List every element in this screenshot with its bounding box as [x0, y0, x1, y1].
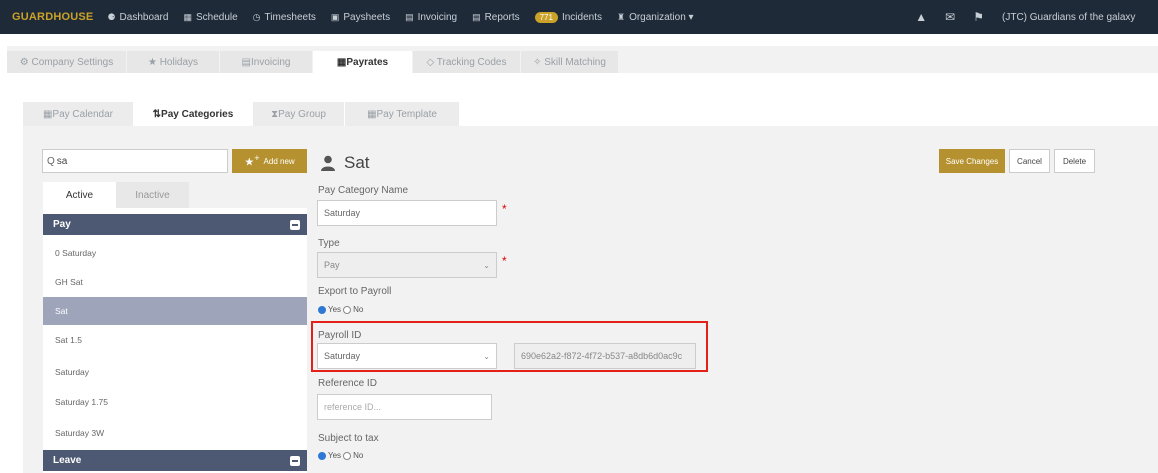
- list-item[interactable]: Sat 1.5: [43, 326, 307, 354]
- tab-inactive[interactable]: Inactive: [116, 182, 189, 208]
- tax-yes-label: Yes: [328, 451, 342, 460]
- status-tabs: Active Inactive: [43, 182, 189, 208]
- export-to-payroll-label: Export to Payroll: [318, 286, 392, 297]
- tax-no-radio[interactable]: [343, 451, 352, 460]
- tab-payrates[interactable]: ▦Payrates: [313, 51, 413, 73]
- report-icon: ▤: [472, 11, 481, 22]
- graduation-cap-icon[interactable]: ▲: [915, 10, 927, 24]
- tab-invoicing[interactable]: ▤Invoicing: [220, 51, 313, 73]
- incidents-badge: 771: [534, 11, 558, 23]
- settings-tabs: ⚙ Company Settings ★ Holidays ▤Invoicing…: [7, 51, 619, 73]
- nav-dashboard-label: Dashboard: [119, 11, 169, 23]
- export-no-label: No: [353, 305, 364, 314]
- tab-pay-template[interactable]: ▦Pay Template: [345, 102, 460, 126]
- nav-organization-label: Organization ▾: [629, 11, 694, 23]
- envelope-icon[interactable]: ✉: [945, 10, 955, 24]
- group-leave-label: Leave: [53, 455, 82, 466]
- tax-no-label: No: [353, 451, 364, 460]
- pay-category-name-field[interactable]: Saturday: [317, 200, 497, 226]
- user-menu[interactable]: (JTC) Guardians of the galaxy: [1002, 12, 1158, 23]
- invoice-icon: ▤: [405, 11, 414, 22]
- list-item[interactable]: Saturday 1.75: [43, 388, 307, 416]
- group-pay-label: Pay: [53, 219, 71, 230]
- nav-timesheets-label: Timesheets: [264, 11, 316, 23]
- list-item[interactable]: Saturday 3W: [43, 419, 307, 447]
- type-value: Pay: [324, 260, 340, 270]
- tab-pay-calendar[interactable]: ▦Pay Calendar: [23, 102, 134, 126]
- list-item[interactable]: GH Sat: [43, 268, 307, 296]
- tab-tracking-codes[interactable]: ◇ Tracking Codes: [413, 51, 521, 73]
- nav-reports-label: Reports: [484, 11, 520, 23]
- search-icon: Q: [47, 155, 55, 167]
- organization-icon: ♜: [616, 11, 626, 22]
- nav-invoicing-label: Invoicing: [417, 11, 458, 23]
- tab-pay-group[interactable]: ⧗Pay Group: [253, 102, 345, 126]
- export-yes-radio[interactable]: [318, 305, 326, 314]
- brand-logo[interactable]: GUARDHOUSE: [12, 11, 93, 23]
- page-title: Sat: [320, 153, 370, 173]
- delete-button[interactable]: Delete: [1054, 149, 1095, 173]
- highlight-box: [311, 321, 708, 372]
- tab-active[interactable]: Active: [43, 182, 116, 208]
- reference-id-label: Reference ID: [318, 378, 377, 389]
- subject-to-tax-label: Subject to tax: [318, 433, 379, 444]
- megaphone-icon[interactable]: ⚑: [973, 10, 984, 24]
- payrate-tabs: ▦Pay Calendar ⇅Pay Categories ⧗Pay Group…: [23, 102, 460, 126]
- chevron-down-icon: ⌄: [483, 261, 490, 270]
- tax-radio-group: Yes No: [318, 451, 363, 460]
- add-new-label: Add new: [263, 156, 295, 166]
- nav-incidents[interactable]: 771 Incidents: [534, 11, 602, 23]
- nav-paysheets[interactable]: ▣ Paysheets: [331, 12, 390, 23]
- type-label: Type: [318, 238, 340, 249]
- collapse-icon[interactable]: [290, 220, 300, 230]
- required-marker: *: [502, 202, 507, 216]
- export-radio-group: Yes No: [318, 305, 363, 314]
- type-select[interactable]: Pay ⌄: [317, 252, 497, 278]
- tab-holidays[interactable]: ★ Holidays: [127, 51, 220, 73]
- group-header-leave[interactable]: Leave: [43, 450, 307, 471]
- nav-invoicing[interactable]: ▤ Invoicing: [405, 12, 457, 23]
- pay-category-name-label: Pay Category Name: [318, 185, 409, 196]
- tax-yes-radio[interactable]: [318, 451, 326, 460]
- calendar-icon: ▦: [183, 11, 192, 22]
- tab-company-settings[interactable]: ⚙ Company Settings: [7, 51, 127, 73]
- nav-reports[interactable]: ▤ Reports: [472, 12, 520, 23]
- export-yes-label: Yes: [328, 305, 342, 314]
- clock-icon: ◷: [252, 11, 261, 22]
- reference-id-field[interactable]: reference ID...: [317, 394, 492, 420]
- money-icon: ▣: [330, 11, 340, 22]
- search-value: sa: [56, 155, 68, 167]
- nav-timesheets[interactable]: ◷ Timesheets: [253, 12, 316, 23]
- export-no-radio[interactable]: [343, 305, 352, 314]
- nav-dashboard[interactable]: ⚈ Dashboard: [107, 12, 168, 23]
- group-header-pay[interactable]: Pay: [43, 214, 307, 235]
- nav-paysheets-label: Paysheets: [343, 11, 391, 23]
- nav-incidents-label: Incidents: [561, 11, 602, 23]
- collapse-icon[interactable]: [290, 456, 300, 466]
- nav-schedule-label: Schedule: [195, 11, 238, 23]
- search-input[interactable]: Q sa: [42, 149, 228, 173]
- tab-pay-categories[interactable]: ⇅Pay Categories: [134, 102, 253, 126]
- star-plus-icon: ★+: [244, 153, 260, 169]
- add-new-button[interactable]: ★+ Add new: [232, 149, 307, 173]
- dashboard-icon: ⚈: [107, 11, 116, 22]
- cancel-button[interactable]: Cancel: [1009, 149, 1050, 173]
- list-item[interactable]: Saturday: [43, 358, 307, 386]
- required-marker: *: [502, 254, 507, 268]
- nav-schedule[interactable]: ▦ Schedule: [183, 12, 237, 23]
- nav-organization[interactable]: ♜ Organization ▾: [617, 12, 694, 23]
- save-changes-button[interactable]: Save Changes: [939, 149, 1005, 173]
- list-item-selected[interactable]: Sat: [43, 297, 307, 325]
- top-navbar: GUARDHOUSE ⚈ Dashboard ▦ Schedule ◷ Timeshe…: [0, 0, 1158, 34]
- tab-skill-matching[interactable]: ✧ Skill Matching: [521, 51, 619, 73]
- title-text: Sat: [344, 153, 370, 172]
- user-icon: [321, 155, 335, 171]
- list-item[interactable]: 0 Saturday: [43, 239, 307, 267]
- nav-right-group: ▲ ✉ ⚑ (JTC) Guardians of the galaxy: [915, 0, 1158, 34]
